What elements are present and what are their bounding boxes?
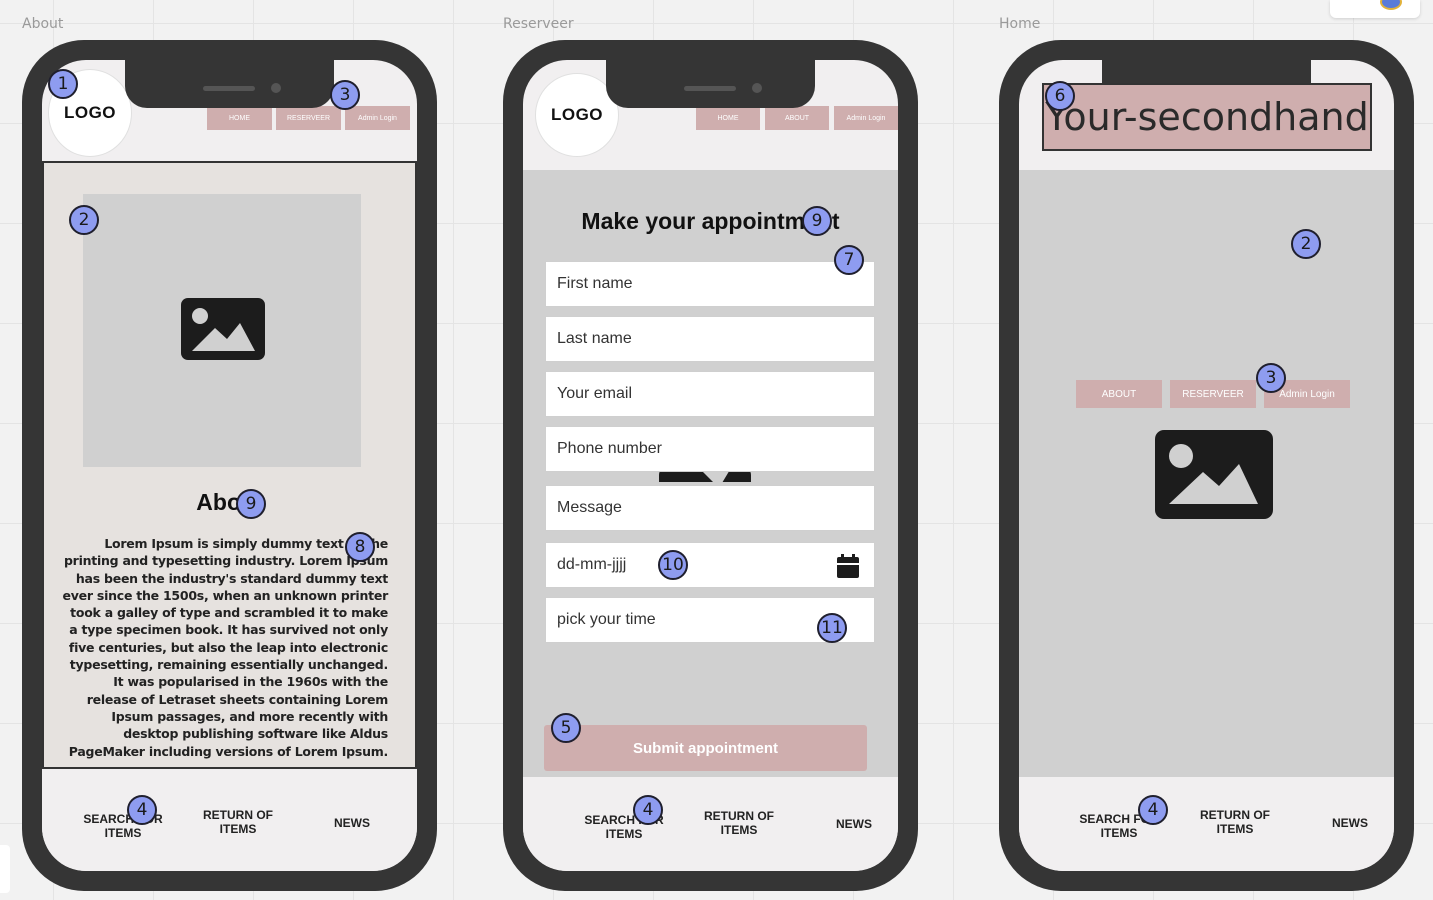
date-field[interactable]: dd-mm-jjjj — [545, 542, 875, 588]
footer-return-items[interactable]: RETURN OF ITEMS — [1195, 808, 1275, 836]
nav-admin-login-label: Admin Login — [358, 114, 397, 122]
footer-nav: SEARCH FOR ITEMS RETURN OF ITEMS NEWS — [523, 777, 898, 871]
nav-admin-login-label: Admin Login — [846, 114, 886, 122]
about-content: About Lorem Ipsum is simply dummy text o… — [42, 161, 417, 769]
annotation-badge: 3 — [1256, 363, 1286, 393]
phone-home: Your-secondhand ABOUT RESERVEER Admin Lo… — [999, 40, 1414, 891]
nav-home-button[interactable]: HOME — [207, 106, 272, 130]
email-field[interactable]: Your email — [545, 371, 875, 417]
footer-search-items[interactable]: SEARCH FOR ITEMS — [569, 813, 679, 841]
nav-about-button[interactable]: ABOUT — [765, 106, 829, 130]
annotation-badge: 1 — [48, 69, 78, 99]
frame-label-reserveer: Reserveer — [503, 16, 574, 32]
screen-home: Your-secondhand ABOUT RESERVEER Admin Lo… — [1019, 60, 1394, 871]
phone-number-field[interactable]: Phone number — [545, 426, 875, 472]
nav-home-button[interactable]: HOME — [696, 106, 760, 130]
about-title: About — [196, 489, 263, 515]
annotation-badge: 5 — [551, 713, 581, 743]
phone-notch — [125, 60, 334, 108]
annotation-badge: 7 — [834, 245, 864, 275]
footer-nav: SEARCH FOR ITEMS RETURN OF ITEMS NEWS — [1019, 777, 1394, 871]
annotation-badge: 9 — [236, 489, 266, 519]
home-hero-area: ABOUT RESERVEER Admin Login — [1019, 170, 1394, 778]
footer-nav: SEARCH FOR ITEMS RETURN OF ITEMS NEWS — [42, 777, 417, 871]
footer-news[interactable]: NEWS — [322, 816, 382, 830]
nav-reserveer-button[interactable]: RESERVEER — [1170, 380, 1256, 408]
calendar-icon[interactable] — [837, 554, 859, 578]
first-name-field[interactable]: First name — [545, 261, 875, 307]
annotation-badge: 11 — [817, 613, 847, 643]
about-image-placeholder — [83, 194, 361, 467]
annotation-badge: 6 — [1045, 81, 1075, 111]
phone-reserveer: LOGO HOME ABOUT Admin Login Make your ap… — [503, 40, 918, 891]
annotation-badge: 4 — [127, 795, 157, 825]
date-placeholder: dd-mm-jjjj — [557, 556, 627, 573]
footer-news[interactable]: NEWS — [823, 817, 885, 831]
annotation-badge: 10 — [658, 550, 688, 580]
screen-reserveer: LOGO HOME ABOUT Admin Login Make your ap… — [523, 60, 898, 871]
nav-about-button[interactable]: ABOUT — [1076, 380, 1162, 408]
site-title-banner[interactable]: Your-secondhand — [1042, 83, 1372, 151]
annotation-badge: 9 — [802, 206, 832, 236]
appointment-title: Make your appointment — [581, 208, 840, 234]
frame-label-home: Home — [999, 16, 1041, 32]
footer-search-items[interactable]: SEARCH FOR ITEMS — [68, 812, 178, 840]
image-icon — [1155, 430, 1273, 519]
annotation-badge: 4 — [633, 795, 663, 825]
nav-reserveer-button[interactable]: RESERVEER — [276, 106, 341, 130]
annotation-badge: 4 — [1138, 795, 1168, 825]
canvas-side-panel-handle[interactable] — [0, 845, 10, 893]
canvas-toolbar[interactable] — [1330, 0, 1420, 18]
nav-admin-login-button[interactable]: Admin Login — [834, 106, 898, 130]
annotation-badge: 8 — [345, 532, 375, 562]
frame-label-about: About — [22, 16, 64, 32]
last-name-field[interactable]: Last name — [545, 316, 875, 362]
phone-notch — [606, 60, 815, 108]
footer-return-items[interactable]: RETURN OF ITEMS — [198, 808, 278, 836]
annotation-badge: 3 — [330, 80, 360, 110]
annotation-badge: 2 — [69, 205, 99, 235]
footer-news[interactable]: NEWS — [1319, 816, 1381, 830]
submit-appointment-button[interactable]: Submit appointment — [544, 725, 867, 771]
user-avatar[interactable] — [1380, 0, 1402, 10]
image-icon — [181, 298, 265, 360]
annotation-badge: 2 — [1291, 229, 1321, 259]
about-body-text: Lorem Ipsum is simply dummy text of the … — [62, 536, 389, 759]
nav-admin-login-label: Admin Login — [1279, 388, 1335, 400]
nav-admin-login-button[interactable]: Admin Login — [345, 106, 410, 130]
phone-about: LOGO HOME RESERVEER Admin Login About Lo… — [22, 40, 437, 891]
screen-about: LOGO HOME RESERVEER Admin Login About Lo… — [42, 60, 417, 871]
message-field[interactable]: Message — [545, 485, 875, 531]
footer-return-items[interactable]: RETURN OF ITEMS — [699, 809, 779, 837]
